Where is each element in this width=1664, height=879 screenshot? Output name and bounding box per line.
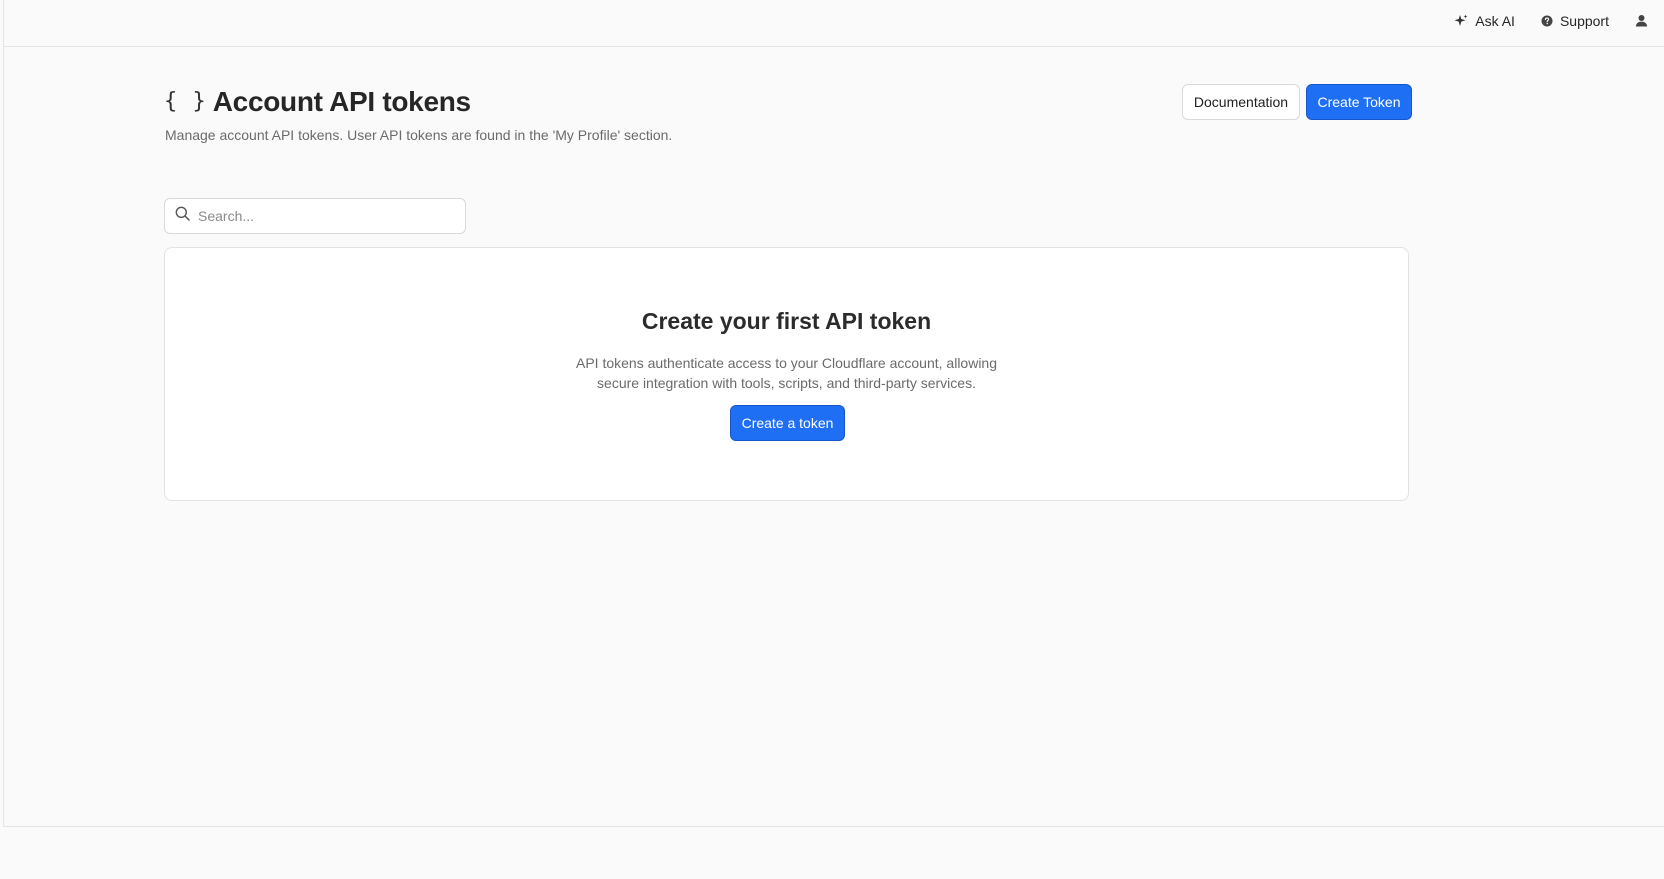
create-a-token-button[interactable]: Create a token xyxy=(730,405,845,441)
page-subtitle: Manage account API tokens. User API toke… xyxy=(165,127,673,143)
create-token-button[interactable]: Create Token xyxy=(1306,84,1412,120)
app-frame: Ask AI Support {} Account API tokens Ma… xyxy=(3,0,1664,827)
page-title: Account API tokens xyxy=(212,86,471,117)
top-bar: Ask AI Support xyxy=(4,0,1664,47)
braces-icon: { } xyxy=(164,89,207,114)
support-button[interactable]: Support xyxy=(1541,13,1609,29)
ask-ai-button[interactable]: Ask AI xyxy=(1454,13,1515,29)
header-actions: Documentation Create Token xyxy=(1182,84,1412,120)
user-menu-button[interactable] xyxy=(1635,14,1648,27)
search-input[interactable] xyxy=(198,208,448,224)
empty-state-card: Create your first API token API tokens a… xyxy=(164,247,1409,501)
page-header: { } Account API tokens xyxy=(164,86,471,118)
search-icon xyxy=(175,206,190,226)
empty-state-description: API tokens authenticate access to your C… xyxy=(575,355,998,391)
support-label: Support xyxy=(1559,12,1609,29)
help-icon xyxy=(1541,15,1553,27)
search-box xyxy=(164,198,466,234)
documentation-button[interactable]: Documentation xyxy=(1182,84,1300,120)
sparkle-icon xyxy=(1454,14,1468,28)
user-icon xyxy=(1635,14,1648,27)
empty-state-title: Create your first API token xyxy=(641,308,932,334)
ask-ai-label: Ask AI xyxy=(1475,12,1515,29)
top-bar-actions: Ask AI Support xyxy=(1454,0,1648,41)
